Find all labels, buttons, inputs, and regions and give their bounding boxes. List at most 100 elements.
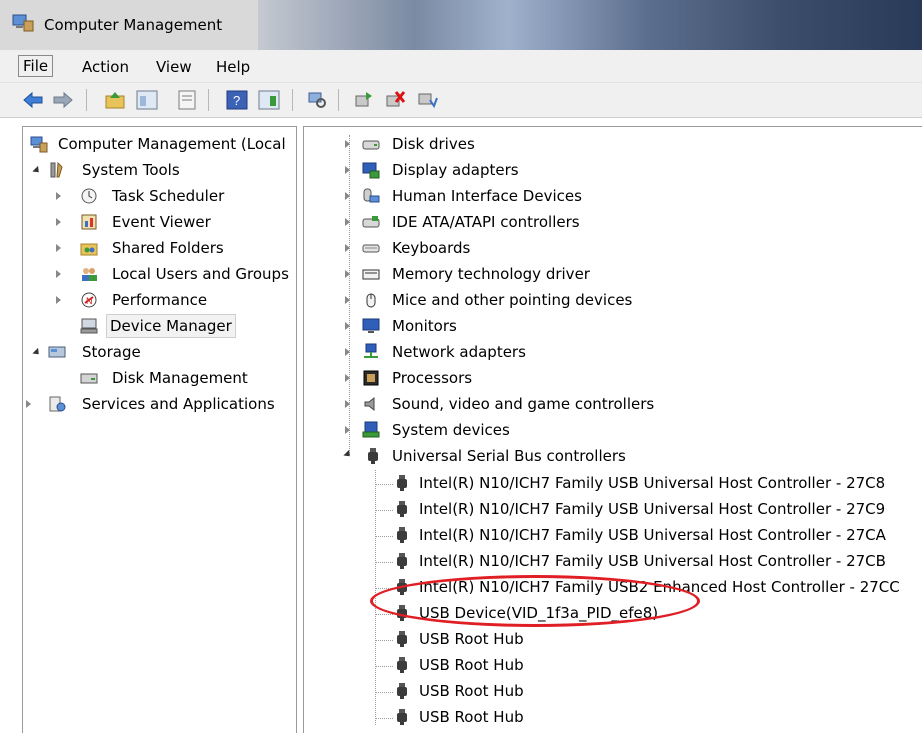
uninstall-icon[interactable] xyxy=(384,90,406,110)
menu-help[interactable]: Help xyxy=(216,58,250,76)
device-manager-icon xyxy=(80,318,98,334)
menu-file[interactable]: File xyxy=(18,55,54,77)
tree-connector xyxy=(375,562,393,563)
expand-arrow-icon[interactable] xyxy=(345,270,350,278)
expand-arrow-icon[interactable] xyxy=(345,140,350,148)
tree-label: System Tools xyxy=(82,161,180,179)
title-bar: Computer Management xyxy=(0,0,922,50)
show-hide-tree-icon[interactable] xyxy=(136,90,158,110)
category-label: Display adapters xyxy=(392,161,519,179)
toolbar-separator xyxy=(338,89,339,111)
expand-arrow-icon[interactable] xyxy=(345,426,350,434)
usb-plug-icon xyxy=(368,448,378,464)
clock-icon xyxy=(81,188,97,204)
expand-arrow-icon[interactable] xyxy=(345,374,350,382)
expand-arrow-icon[interactable] xyxy=(56,244,61,252)
system-devices-icon xyxy=(362,421,380,438)
usb-plug-icon xyxy=(397,709,407,725)
usb-plug-icon xyxy=(397,631,407,647)
update-driver-icon[interactable] xyxy=(352,90,374,110)
help-icon[interactable]: ? xyxy=(226,90,248,110)
expand-arrow-icon[interactable] xyxy=(345,192,350,200)
category-label: Keyboards xyxy=(392,239,471,257)
svg-text:N: N xyxy=(86,296,93,306)
usb-plug-icon xyxy=(397,501,407,517)
toolbar: ? xyxy=(0,83,922,118)
expand-arrow-icon[interactable] xyxy=(345,166,350,174)
highlight-ellipse xyxy=(370,575,700,627)
category-label: Universal Serial Bus controllers xyxy=(392,447,626,465)
tools-icon xyxy=(50,161,63,178)
usb-plug-icon xyxy=(397,475,407,491)
expand-arrow-icon[interactable] xyxy=(345,218,350,226)
category-label: IDE ATA/ATAPI controllers xyxy=(392,213,580,231)
disable-icon[interactable] xyxy=(416,90,438,110)
network-adapter-icon xyxy=(364,343,378,358)
device-label: USB Root Hub xyxy=(419,656,524,674)
tree-label: Task Scheduler xyxy=(112,187,225,205)
expand-arrow-icon[interactable] xyxy=(345,322,350,330)
toolbar-separator xyxy=(208,89,209,111)
up-folder-icon[interactable] xyxy=(104,90,126,110)
usb-plug-icon xyxy=(397,657,407,673)
category-label: Human Interface Devices xyxy=(392,187,582,205)
category-label: Sound, video and game controllers xyxy=(392,395,655,413)
performance-icon: N xyxy=(81,292,97,308)
display-adapter-icon xyxy=(362,162,380,179)
tree-connector xyxy=(375,666,393,667)
tree-connector xyxy=(375,510,393,511)
properties-icon[interactable] xyxy=(176,90,198,110)
expand-arrow-icon[interactable] xyxy=(56,270,61,278)
computer-management-icon xyxy=(30,136,48,153)
svg-text:?: ? xyxy=(233,93,240,108)
forward-arrow-icon[interactable] xyxy=(52,90,74,110)
tree-label: Computer Management (Local xyxy=(58,135,286,153)
device-label: Intel(R) N10/ICH7 Family USB Universal H… xyxy=(419,526,886,544)
usb-plug-icon xyxy=(397,527,407,543)
category-label: Disk drives xyxy=(392,135,475,153)
back-arrow-icon[interactable] xyxy=(22,90,44,110)
tree-label-selected: Device Manager xyxy=(106,314,236,338)
expand-arrow-icon[interactable] xyxy=(56,296,61,304)
menu-view[interactable]: View xyxy=(156,58,192,76)
tree-label: Services and Applications xyxy=(82,395,275,413)
keyboard-icon xyxy=(362,244,380,253)
device-label: Intel(R) N10/ICH7 Family USB Universal H… xyxy=(419,474,886,492)
tree-label: Local Users and Groups xyxy=(112,265,289,283)
expand-arrow-icon[interactable] xyxy=(56,192,61,200)
scan-hardware-icon[interactable] xyxy=(306,90,328,110)
event-viewer-icon xyxy=(81,214,97,230)
tree-connector xyxy=(375,484,393,485)
category-label: Monitors xyxy=(392,317,457,335)
tree-label: Performance xyxy=(112,291,208,309)
speaker-icon xyxy=(364,396,375,412)
storage-icon xyxy=(48,346,66,358)
expand-arrow-icon[interactable] xyxy=(345,296,350,304)
expand-arrow-icon[interactable] xyxy=(26,400,31,408)
tree-connector xyxy=(375,536,393,537)
services-icon xyxy=(49,396,66,412)
device-label: Intel(R) N10/ICH7 Family USB Universal H… xyxy=(419,500,886,518)
category-label: Network adapters xyxy=(392,343,526,361)
tree-label: Shared Folders xyxy=(112,239,224,257)
monitor-icon xyxy=(362,318,380,333)
disk-drive-icon xyxy=(362,140,380,150)
menu-action[interactable]: Action xyxy=(82,58,129,76)
action-pane-icon[interactable] xyxy=(258,90,280,110)
tree-connector xyxy=(375,640,393,641)
expand-arrow-icon[interactable] xyxy=(345,400,350,408)
expand-arrow-icon[interactable] xyxy=(345,348,350,356)
tree-connector xyxy=(375,614,393,615)
expand-arrow-icon[interactable] xyxy=(345,244,350,252)
mouse-icon xyxy=(366,293,376,308)
category-label: Mice and other pointing devices xyxy=(392,291,633,309)
window-title: Computer Management xyxy=(44,16,223,34)
expand-arrow-icon[interactable] xyxy=(56,218,61,226)
ide-controller-icon xyxy=(362,216,380,228)
toolbar-separator xyxy=(86,89,87,111)
category-label: Memory technology driver xyxy=(392,265,590,283)
users-icon xyxy=(82,268,97,281)
computer-management-icon xyxy=(12,14,34,32)
tree-connector xyxy=(375,692,393,693)
device-label: USB Root Hub xyxy=(419,708,524,726)
